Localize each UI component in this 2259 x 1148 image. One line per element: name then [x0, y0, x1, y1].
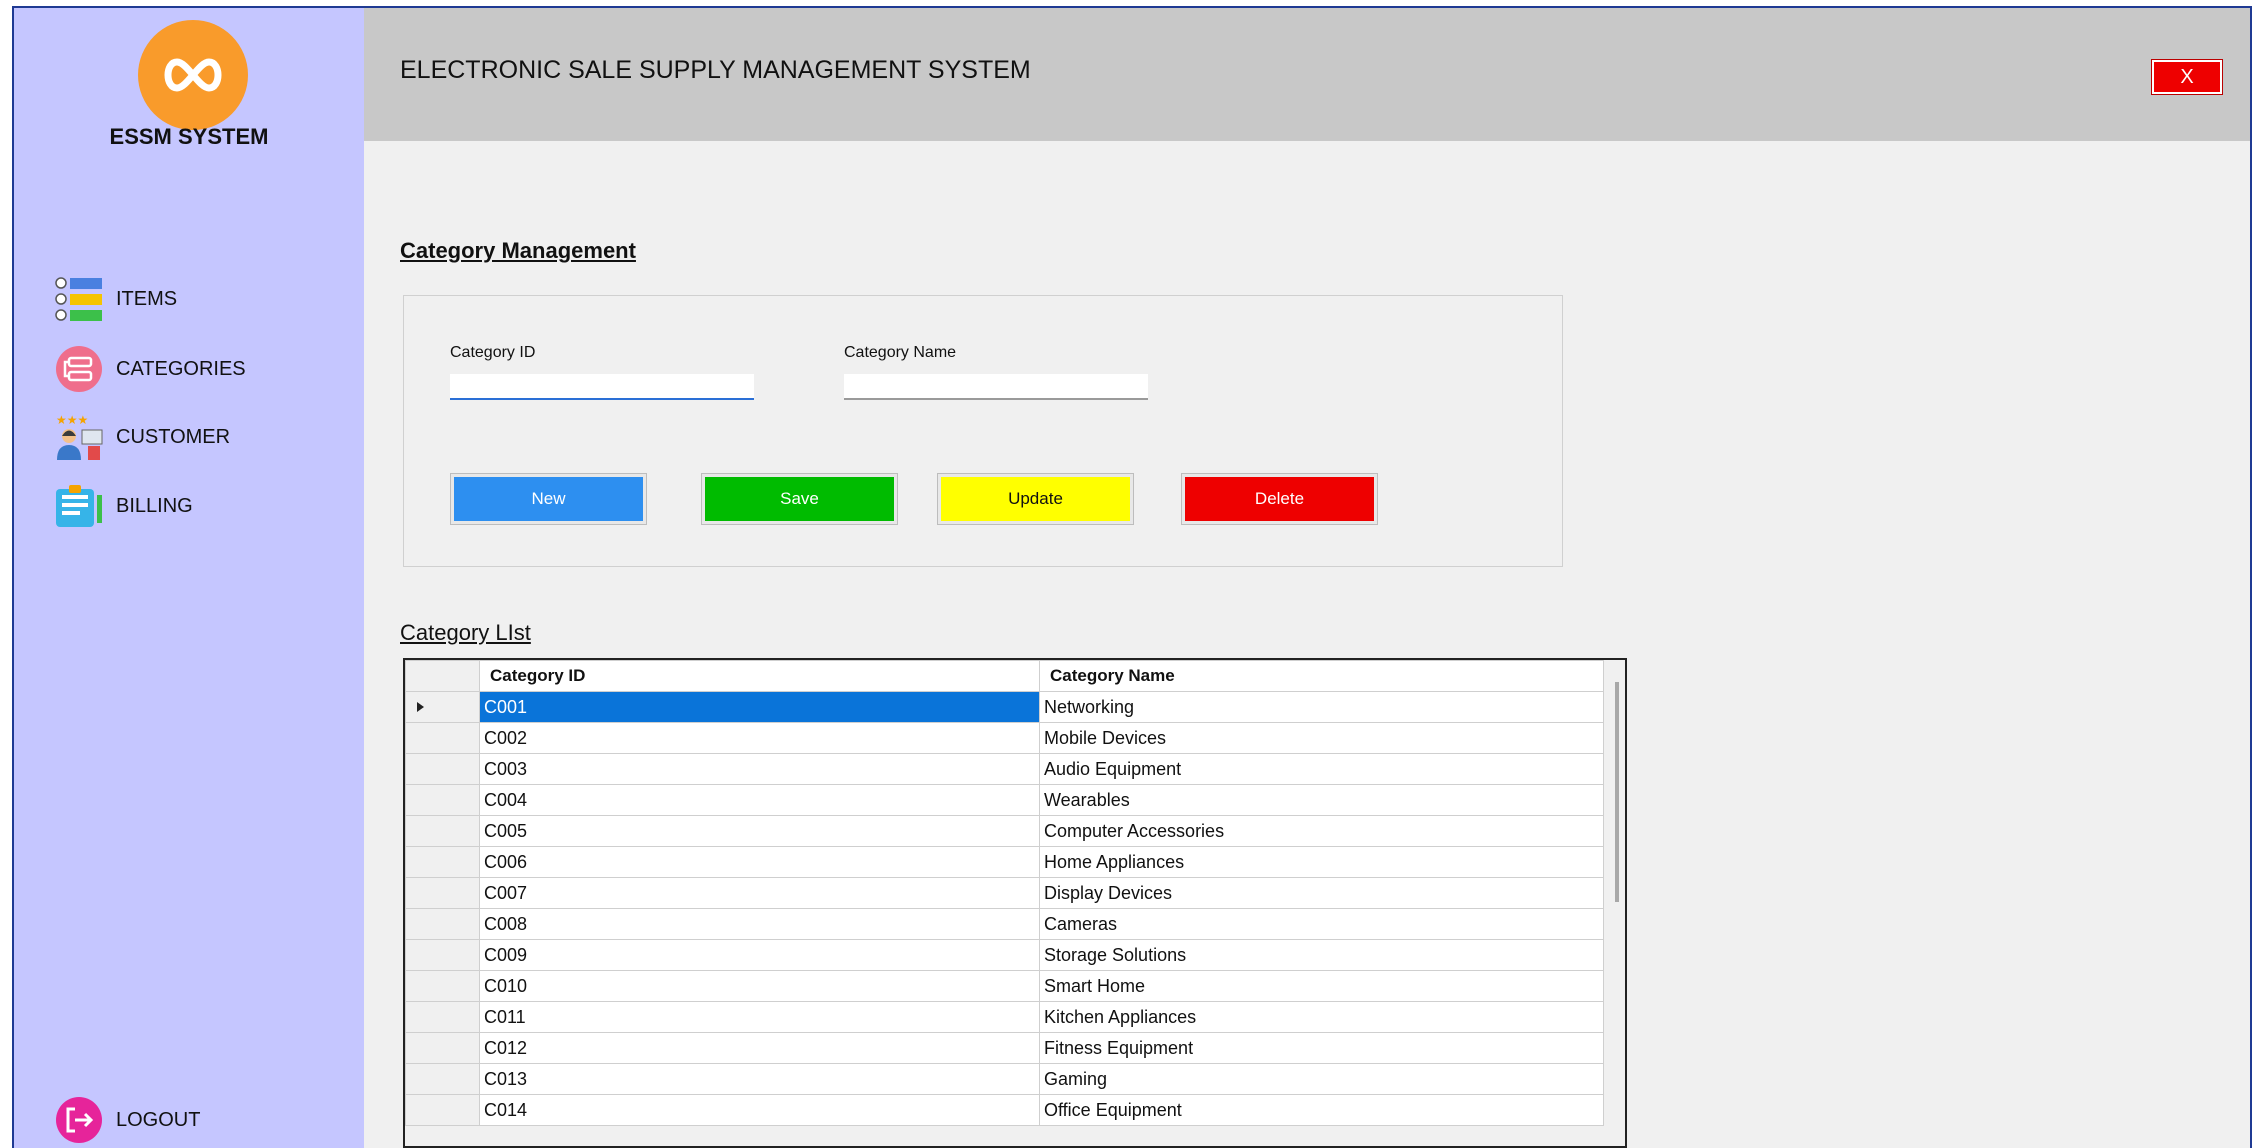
row-header-corner — [405, 660, 480, 692]
category-name-cell[interactable]: Mobile Devices — [1039, 722, 1604, 754]
category-name-cell[interactable]: Display Devices — [1039, 877, 1604, 909]
page-title: ELECTRONIC SALE SUPPLY MANAGEMENT SYSTEM — [400, 56, 1031, 84]
table-row[interactable]: C005 Computer Accessories — [405, 815, 1604, 847]
row-header-cell[interactable] — [405, 908, 480, 940]
column-header-category-id[interactable]: Category ID — [479, 660, 1040, 692]
row-header-cell[interactable] — [405, 722, 480, 754]
sidebar-item-billing[interactable]: BILLING — [54, 481, 193, 531]
app-window: ESSM SYSTEM ITEMS CATEGORIES ★★★ CUSTOME… — [12, 6, 2252, 1148]
table-row[interactable]: C013 Gaming — [405, 1063, 1604, 1095]
header-bar: ELECTRONIC SALE SUPPLY MANAGEMENT SYSTEM… — [364, 8, 2250, 141]
logout-button[interactable]: LOGOUT — [54, 1095, 200, 1145]
customer-icon: ★★★ — [54, 412, 104, 462]
vertical-scrollbar[interactable] — [1615, 682, 1619, 902]
category-id-input[interactable] — [450, 374, 754, 400]
category-id-cell[interactable]: C012 — [479, 1032, 1040, 1064]
update-button[interactable]: Update — [937, 473, 1134, 525]
close-button[interactable]: X — [2151, 59, 2223, 95]
table-row[interactable]: C008 Cameras — [405, 908, 1604, 940]
row-header-cell[interactable] — [405, 939, 480, 971]
category-id-cell[interactable]: C005 — [479, 815, 1040, 847]
category-id-cell[interactable]: C004 — [479, 784, 1040, 816]
table-row[interactable]: C011 Kitchen Appliances — [405, 1001, 1604, 1033]
table-row[interactable]: C007 Display Devices — [405, 877, 1604, 909]
category-id-cell[interactable]: C003 — [479, 753, 1040, 785]
column-header-category-name[interactable]: Category Name — [1039, 660, 1604, 692]
table-row[interactable]: C004 Wearables — [405, 784, 1604, 816]
row-header-cell[interactable] — [405, 753, 480, 785]
categories-icon — [54, 344, 104, 394]
save-button[interactable]: Save — [701, 473, 898, 525]
category-table: Category ID Category Name C001 Networking… — [405, 660, 1604, 1126]
billing-icon — [54, 481, 104, 531]
row-header-cell[interactable] — [405, 1032, 480, 1064]
category-name-cell[interactable]: Networking — [1039, 691, 1604, 723]
row-header-cell[interactable] — [405, 815, 480, 847]
logout-label: LOGOUT — [116, 1108, 201, 1131]
row-header-cell[interactable] — [405, 877, 480, 909]
sidebar-item-customer[interactable]: ★★★ CUSTOMER — [54, 412, 230, 462]
category-name-cell[interactable]: Storage Solutions — [1039, 939, 1604, 971]
row-header-cell[interactable] — [405, 784, 480, 816]
table-header-row: Category ID Category Name — [405, 660, 1604, 692]
category-form-panel: Category ID Category Name New Save Updat… — [403, 295, 1563, 567]
row-header-cell[interactable] — [405, 970, 480, 1002]
table-row[interactable]: C010 Smart Home — [405, 970, 1604, 1002]
category-name-cell[interactable]: Smart Home — [1039, 970, 1604, 1002]
svg-text:★★★: ★★★ — [56, 413, 88, 427]
table-row[interactable]: C014 Office Equipment — [405, 1094, 1604, 1126]
category-id-cell[interactable]: C014 — [479, 1094, 1040, 1126]
items-list-icon — [54, 274, 104, 324]
category-name-cell[interactable]: Fitness Equipment — [1039, 1032, 1604, 1064]
delete-button[interactable]: Delete — [1181, 473, 1378, 525]
category-name-cell[interactable]: Cameras — [1039, 908, 1604, 940]
category-id-cell[interactable]: C013 — [479, 1063, 1040, 1095]
row-header-cell[interactable] — [405, 1094, 480, 1126]
category-name-cell[interactable]: Computer Accessories — [1039, 815, 1604, 847]
sidebar-item-label: CATEGORIES — [116, 357, 246, 380]
sidebar-item-label: BILLING — [116, 494, 193, 517]
app-logo-text: ESSM SYSTEM — [109, 124, 269, 149]
category-grid[interactable]: Category ID Category Name C001 Networking… — [403, 658, 1627, 1148]
category-id-cell[interactable]: C002 — [479, 722, 1040, 754]
row-header-cell[interactable] — [405, 1063, 480, 1095]
category-name-input[interactable] — [844, 374, 1148, 400]
table-body: C001 Networking C002 Mobile Devices C003 Audi… — [405, 691, 1604, 1126]
table-row[interactable]: C012 Fitness Equipment — [405, 1032, 1604, 1064]
category-name-cell[interactable]: Wearables — [1039, 784, 1604, 816]
category-id-cell[interactable]: C007 — [479, 877, 1040, 909]
category-id-label: Category ID — [450, 344, 536, 361]
category-id-cell[interactable]: C006 — [479, 846, 1040, 878]
category-name-cell[interactable]: Kitchen Appliances — [1039, 1001, 1604, 1033]
sidebar-item-label: ITEMS — [116, 287, 178, 310]
category-name-cell[interactable]: Office Equipment — [1039, 1094, 1604, 1126]
section-title: Category Management — [400, 238, 636, 263]
row-selector-arrow-icon[interactable] — [405, 691, 480, 723]
category-name-label: Category Name — [844, 344, 957, 361]
sidebar-item-label: CUSTOMER — [116, 425, 231, 448]
new-button[interactable]: New — [450, 473, 647, 525]
category-id-cell[interactable]: C010 — [479, 970, 1040, 1002]
category-id-cell[interactable]: C009 — [479, 939, 1040, 971]
category-name-cell[interactable]: Home Appliances — [1039, 846, 1604, 878]
category-id-cell[interactable]: C008 — [479, 908, 1040, 940]
table-row[interactable]: C006 Home Appliances — [405, 846, 1604, 878]
sidebar: ESSM SYSTEM ITEMS CATEGORIES ★★★ CUSTOME… — [14, 8, 364, 1148]
category-list-title: Category LIst — [400, 620, 531, 645]
category-name-cell[interactable]: Gaming — [1039, 1063, 1604, 1095]
table-row[interactable]: C002 Mobile Devices — [405, 722, 1604, 754]
row-header-cell[interactable] — [405, 1001, 480, 1033]
infinity-logo-icon — [138, 20, 248, 130]
logout-icon — [54, 1095, 104, 1145]
table-row[interactable]: C001 Networking — [405, 691, 1604, 723]
table-row[interactable]: C003 Audio Equipment — [405, 753, 1604, 785]
category-name-cell[interactable]: Audio Equipment — [1039, 753, 1604, 785]
category-id-cell[interactable]: C011 — [479, 1001, 1040, 1033]
sidebar-item-categories[interactable]: CATEGORIES — [54, 344, 246, 394]
category-id-cell[interactable]: C001 — [479, 691, 1040, 723]
table-row[interactable]: C009 Storage Solutions — [405, 939, 1604, 971]
sidebar-item-items[interactable]: ITEMS — [54, 274, 177, 324]
row-header-cell[interactable] — [405, 846, 480, 878]
